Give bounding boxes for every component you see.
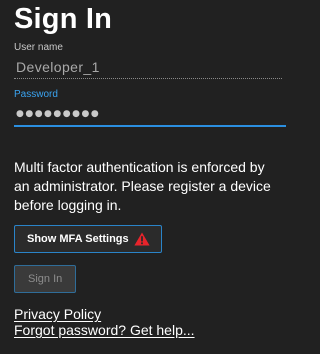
- password-label: Password: [14, 89, 58, 100]
- sign-in-button[interactable]: Sign In: [14, 265, 77, 293]
- warning-icon: [134, 232, 150, 246]
- username-label: User name: [14, 42, 63, 53]
- sign-in-row: Sign In: [14, 265, 280, 293]
- show-mfa-settings-label: Show MFA Settings: [27, 233, 129, 245]
- password-input[interactable]: [14, 103, 286, 127]
- forgot-password-link[interactable]: Forgot password? Get help...: [14, 322, 280, 338]
- username-input[interactable]: [14, 57, 282, 79]
- password-field-group: Password: [14, 89, 286, 127]
- mfa-message: Multi factor authentication is enforced …: [14, 159, 271, 213]
- show-mfa-settings-button[interactable]: Show MFA Settings: [14, 225, 162, 253]
- privacy-policy-link[interactable]: Privacy Policy: [14, 306, 280, 322]
- username-field-group: User name: [14, 42, 282, 79]
- help-links: Privacy Policy Forgot password? Get help…: [14, 306, 280, 338]
- page-title: Sign In: [14, 3, 113, 35]
- sign-in-page: Sign In User name Password Multi factor …: [0, 0, 294, 354]
